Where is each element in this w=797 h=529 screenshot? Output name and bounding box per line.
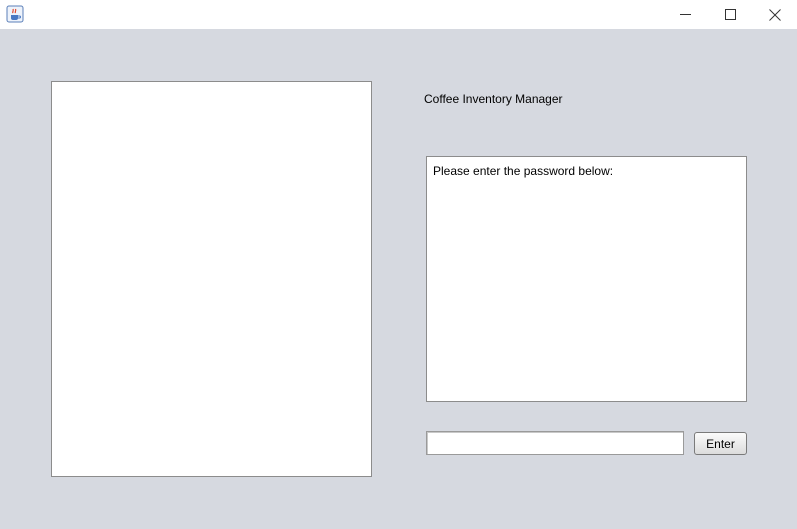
maximize-button[interactable]	[707, 0, 753, 29]
app-title-label: Coffee Inventory Manager	[424, 92, 563, 106]
window-content: Coffee Inventory Manager Please enter th…	[0, 29, 797, 529]
close-button[interactable]	[752, 0, 797, 29]
maximize-icon	[724, 9, 736, 20]
java-coffee-cup-icon[interactable]	[6, 5, 24, 23]
password-input[interactable]	[426, 431, 684, 455]
minimize-icon	[679, 9, 691, 20]
image-panel	[51, 81, 372, 477]
minimize-button[interactable]	[662, 0, 708, 29]
window-titlebar[interactable]	[0, 0, 797, 29]
message-text-area[interactable]: Please enter the password below:	[426, 156, 747, 402]
enter-button[interactable]: Enter	[694, 432, 747, 455]
close-icon	[769, 8, 781, 21]
